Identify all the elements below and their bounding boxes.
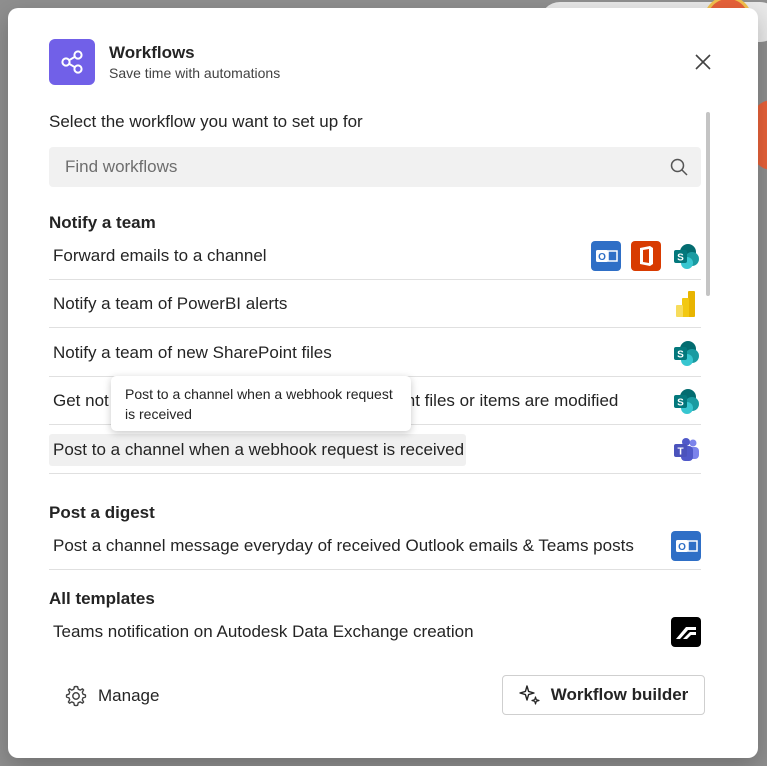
scrollbar[interactable] <box>705 112 711 302</box>
workflow-label: Post a channel message everyday of recei… <box>53 535 634 555</box>
workflow-builder-label: Workflow builder <box>550 685 689 704</box>
workflows-dialog: Workflows Save time with automations Sel… <box>8 8 758 758</box>
svg-text:S: S <box>677 252 684 263</box>
dialog-subtitle: Save time with automations <box>109 65 281 81</box>
svg-text:S: S <box>677 397 684 408</box>
section-heading-all-templates: All templates <box>49 589 155 608</box>
scrollbar-thumb[interactable] <box>706 112 710 296</box>
workflow-row-powerbi-alerts[interactable]: Notify a team of PowerBI alerts <box>49 280 701 328</box>
tooltip: Post to a channel when a webhook request… <box>111 376 411 431</box>
section-heading-notify: Notify a team <box>49 213 156 232</box>
search-box <box>49 147 701 187</box>
sharepoint-icon: S <box>671 386 701 416</box>
gear-icon <box>65 685 87 707</box>
close-button[interactable] <box>688 47 718 77</box>
workflow-row-forward-emails[interactable]: Forward emails to a channel O S <box>49 232 701 280</box>
workflow-row-webhook[interactable]: Post to a channel when a webhook request… <box>49 426 701 474</box>
workflow-row-autodesk[interactable]: Teams notification on Autodesk Data Exch… <box>49 608 701 656</box>
sparkle-icon <box>519 685 540 705</box>
workflow-row-digest[interactable]: Post a channel message everyday of recei… <box>49 522 701 570</box>
section-heading-digest: Post a digest <box>49 503 155 522</box>
workflow-label: Teams notification on Autodesk Data Exch… <box>53 622 474 641</box>
share-nodes-icon <box>61 50 83 74</box>
svg-text:S: S <box>677 349 684 360</box>
workflows-app-icon <box>49 39 95 85</box>
workflow-label: Notify a team of new SharePoint files <box>53 342 332 362</box>
outlook-icon: O <box>671 530 701 561</box>
outlook-icon: O <box>591 240 621 271</box>
workflow-label: Notify a team of PowerBI alerts <box>53 293 288 313</box>
dialog-header: Workflows Save time with automations <box>49 39 718 85</box>
svg-text:O: O <box>678 542 686 553</box>
workflow-builder-button[interactable]: Workflow builder <box>502 675 705 715</box>
select-prompt: Select the workflow you want to set up f… <box>49 112 363 131</box>
search-icon[interactable] <box>669 157 689 177</box>
workflow-label-left: Get not <box>53 390 109 410</box>
manage-button[interactable]: Manage <box>64 681 159 711</box>
dialog-title: Workflows <box>109 43 195 62</box>
search-input[interactable] <box>49 147 701 187</box>
sharepoint-icon: S <box>671 241 701 271</box>
workflow-label: Post to a channel when a webhook request… <box>49 434 467 466</box>
workflow-label-right: int files or items are modified <box>402 390 619 410</box>
workflow-label: Forward emails to a channel <box>53 245 267 265</box>
manage-label: Manage <box>98 686 160 705</box>
powerbi-icon <box>671 289 701 319</box>
svg-text:O: O <box>598 252 606 263</box>
workflow-row-sharepoint-files[interactable]: Notify a team of new SharePoint files S <box>49 329 701 377</box>
sharepoint-icon: S <box>671 338 701 368</box>
close-icon <box>695 54 711 70</box>
svg-text:T: T <box>677 446 683 457</box>
teams-icon: T <box>671 435 701 465</box>
autodesk-icon <box>671 617 701 647</box>
office-icon <box>631 240 661 271</box>
